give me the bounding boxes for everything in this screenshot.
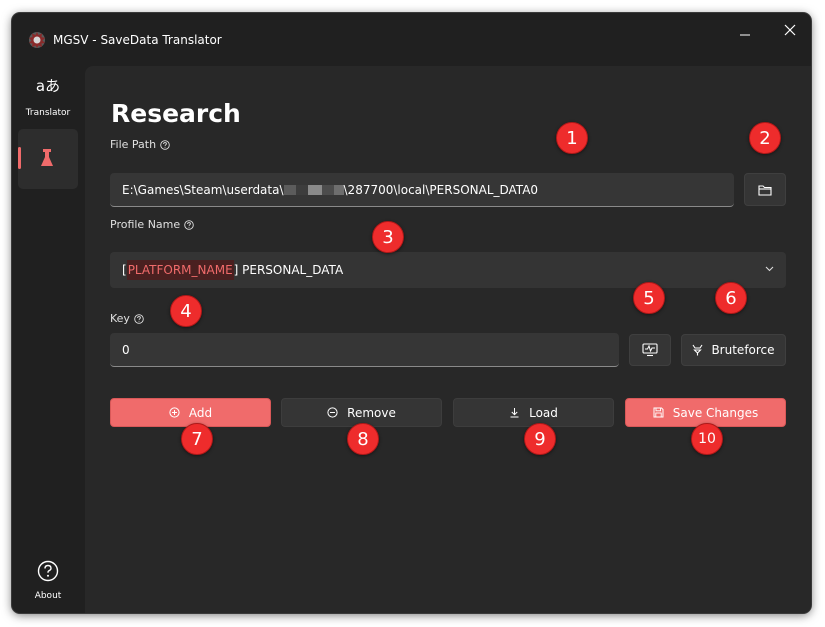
callout-7: 7 [181, 423, 213, 455]
callout-2: 2 [749, 122, 781, 154]
callout-8: 8 [347, 423, 379, 455]
add-button-label: Add [188, 405, 213, 420]
title-bar: MGSV - SaveData Translator [12, 13, 811, 63]
sidebar-item-label: About [34, 591, 62, 601]
browse-button[interactable] [744, 173, 786, 206]
file-path-input[interactable]: E:\Games\Steam\userdata\ \287700\local\P… [110, 173, 734, 207]
minus-circle-icon [327, 407, 338, 418]
page-title: Research [111, 99, 241, 128]
save-icon [653, 407, 664, 418]
bruteforce-icon [692, 344, 703, 356]
selection-indicator [18, 147, 21, 169]
flask-icon [41, 149, 53, 166]
window-title: MGSV - SaveData Translator [53, 33, 222, 47]
plus-circle-icon [169, 407, 180, 418]
folder-icon [758, 184, 772, 196]
app-window: MGSV - SaveData Translator aあ Translator… [12, 13, 811, 613]
remove-button-label: Remove [347, 405, 396, 420]
main-content: Research File Path E:\Games\Steam\userda… [85, 66, 811, 613]
callout-5: 5 [633, 282, 665, 314]
redacted-text [283, 184, 344, 195]
platform-name-tag: PLATFORM_NAME [126, 260, 234, 280]
bruteforce-button[interactable]: Bruteforce [681, 334, 786, 366]
load-button[interactable]: Load [453, 398, 614, 427]
file-path-value-end: \287700\local\PERSONAL_DATA0 [343, 182, 539, 197]
file-path-label: File Path [110, 138, 170, 151]
profile-name-dropdown[interactable]: [PLATFORM_NAME] PERSONAL_DATA [110, 252, 786, 288]
callout-3: 3 [372, 221, 404, 253]
key-input[interactable]: 0 [110, 333, 619, 367]
key-label-text: Key [110, 312, 130, 325]
load-button-label: Load [529, 405, 558, 420]
chevron-down-icon [765, 266, 774, 272]
help-icon[interactable] [160, 139, 170, 150]
download-icon [510, 408, 519, 418]
help-icon[interactable] [134, 313, 144, 324]
key-value: 0 [122, 342, 130, 357]
close-icon[interactable] [783, 23, 797, 37]
profile-name-label: Profile Name [110, 218, 194, 231]
callout-10: 10 [691, 423, 723, 455]
help-circle-icon [37, 560, 59, 582]
profile-name-label-text: Profile Name [110, 218, 181, 231]
sidebar-item-translator[interactable]: aあ Translator [18, 75, 78, 125]
file-path-label-text: File Path [110, 138, 157, 151]
bruteforce-label: Bruteforce [711, 343, 775, 357]
translate-icon: aあ [35, 77, 61, 95]
callout-9: 9 [524, 423, 556, 455]
callout-4: 4 [170, 295, 202, 327]
add-button[interactable]: Add [110, 398, 271, 427]
file-path-value-start: E:\Games\Steam\userdata\ [122, 182, 284, 197]
save-changes-label: Save Changes [672, 405, 759, 420]
sidebar-item-label: Translator [25, 108, 71, 118]
app-logo-icon [29, 32, 45, 48]
callout-1: 1 [556, 122, 588, 154]
monitor-pulse-icon [642, 343, 658, 357]
sidebar-item-research[interactable] [18, 129, 78, 189]
profile-name-value: ] PERSONAL_DATA [233, 263, 344, 277]
minimize-icon[interactable] [739, 29, 751, 41]
callout-6: 6 [715, 282, 747, 314]
key-label: Key [110, 312, 144, 325]
key-monitor-button[interactable] [629, 334, 671, 366]
help-icon[interactable] [184, 219, 194, 230]
sidebar-item-about[interactable]: About [18, 560, 78, 606]
